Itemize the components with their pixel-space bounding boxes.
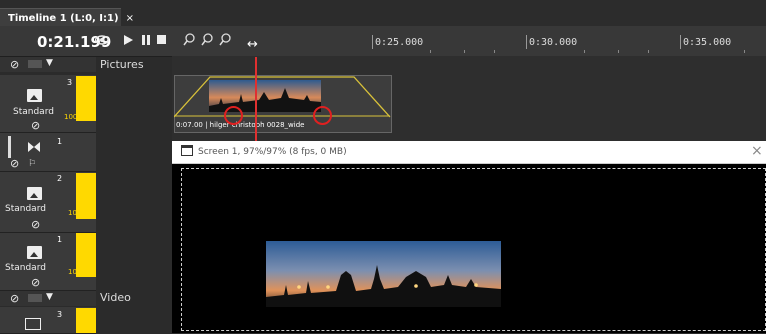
- ruler-label: 0:25.000: [375, 37, 424, 48]
- track-number: 1: [57, 137, 63, 146]
- ruler-label: 0:30.000: [529, 37, 578, 48]
- group-dropdown-icon[interactable]: ▼: [46, 58, 53, 68]
- ruler-tick: [744, 50, 745, 53]
- track-number: 3: [67, 78, 73, 87]
- mute-icon[interactable]: ⊘: [10, 292, 19, 305]
- ruler-label: 0:35.000: [683, 37, 732, 48]
- keyframe-marker-highlight[interactable]: [313, 106, 332, 125]
- track-number: 1: [57, 235, 63, 244]
- transition-icon: [28, 142, 40, 155]
- tab-close-icon[interactable]: ×: [126, 13, 134, 24]
- screen-title: Screen 1, 97%/97% (8 fps, 0 MB): [198, 147, 347, 157]
- track-number: 2: [57, 174, 63, 183]
- ruler-tick: [464, 50, 465, 53]
- group-header-bar: ⊘ ▼: [0, 57, 96, 72]
- play-icon[interactable]: [124, 35, 133, 48]
- preview-image[interactable]: [266, 241, 501, 307]
- tab-strip: Timeline 1 (L:0, I:1) ×: [0, 0, 766, 27]
- ruler-tick: [526, 35, 527, 49]
- group-header-bar: ⊘ ▼: [0, 291, 96, 306]
- zoom-in-icon[interactable]: [183, 33, 196, 49]
- ruler-tick: [584, 50, 585, 53]
- group-label-pictures: Pictures: [100, 58, 144, 71]
- track-volume-bar[interactable]: [76, 308, 96, 333]
- zoom-out-icon[interactable]: [219, 33, 232, 49]
- image-track-icon: [27, 187, 42, 200]
- resize-arrows-icon[interactable]: ↔: [247, 37, 258, 52]
- pause-icon[interactable]: [142, 35, 150, 48]
- mute-icon[interactable]: ⊘: [31, 119, 40, 132]
- ruler-tick: [680, 35, 681, 49]
- zoom-fit-icon[interactable]: [201, 33, 214, 49]
- track-number: 3: [57, 310, 63, 319]
- image-track-icon: [27, 246, 42, 259]
- track-mode-label[interactable]: Standard: [13, 107, 54, 117]
- track-percent: 100 %: [64, 113, 87, 121]
- tab-timeline-1[interactable]: Timeline 1 (L:0, I:1) ×: [0, 8, 134, 27]
- ruler-tick: [648, 50, 649, 53]
- track-percent: 100 %: [68, 209, 91, 217]
- mute-icon[interactable]: ⊘: [10, 58, 19, 71]
- ruler-tick: [494, 50, 495, 53]
- ruler-tick: [618, 50, 619, 53]
- time-ruler[interactable]: 0:25.000 0:30.000 0:35.000: [370, 26, 766, 56]
- screen-close-icon[interactable]: ×: [751, 143, 763, 159]
- group-color-icon[interactable]: [28, 294, 42, 302]
- mute-icon[interactable]: ⊘: [10, 157, 19, 170]
- ruler-tick: [372, 35, 373, 49]
- clip-thumbnail: [209, 80, 321, 112]
- track-percent: 100 %: [68, 268, 91, 276]
- video-track-icon: [25, 318, 41, 330]
- ruler-tick: [430, 50, 431, 53]
- track-mode-label[interactable]: Standard: [5, 263, 46, 273]
- keyframe-marker-highlight[interactable]: [224, 106, 243, 125]
- image-track-icon: [27, 89, 42, 102]
- group-dropdown-icon[interactable]: ▼: [46, 292, 53, 302]
- mute-icon[interactable]: ⊘: [31, 218, 40, 231]
- track-mode-label[interactable]: Standard: [5, 204, 46, 214]
- group-label-video: Video: [100, 291, 131, 304]
- flag-icon[interactable]: ⚐: [28, 159, 36, 169]
- timeline-toolbar: 0:21.199 ↔ 0:25.000 0:30.000 0:35.000: [0, 26, 766, 57]
- tab-title: Timeline 1 (L:0, I:1): [8, 12, 119, 24]
- eye-icon[interactable]: [94, 34, 110, 50]
- window-icon: [181, 145, 193, 156]
- mute-icon[interactable]: ⊘: [31, 276, 40, 289]
- stop-icon[interactable]: [157, 35, 167, 48]
- track-select-marker: [8, 136, 11, 158]
- group-color-icon[interactable]: [28, 60, 42, 68]
- playhead-line[interactable]: [255, 57, 257, 141]
